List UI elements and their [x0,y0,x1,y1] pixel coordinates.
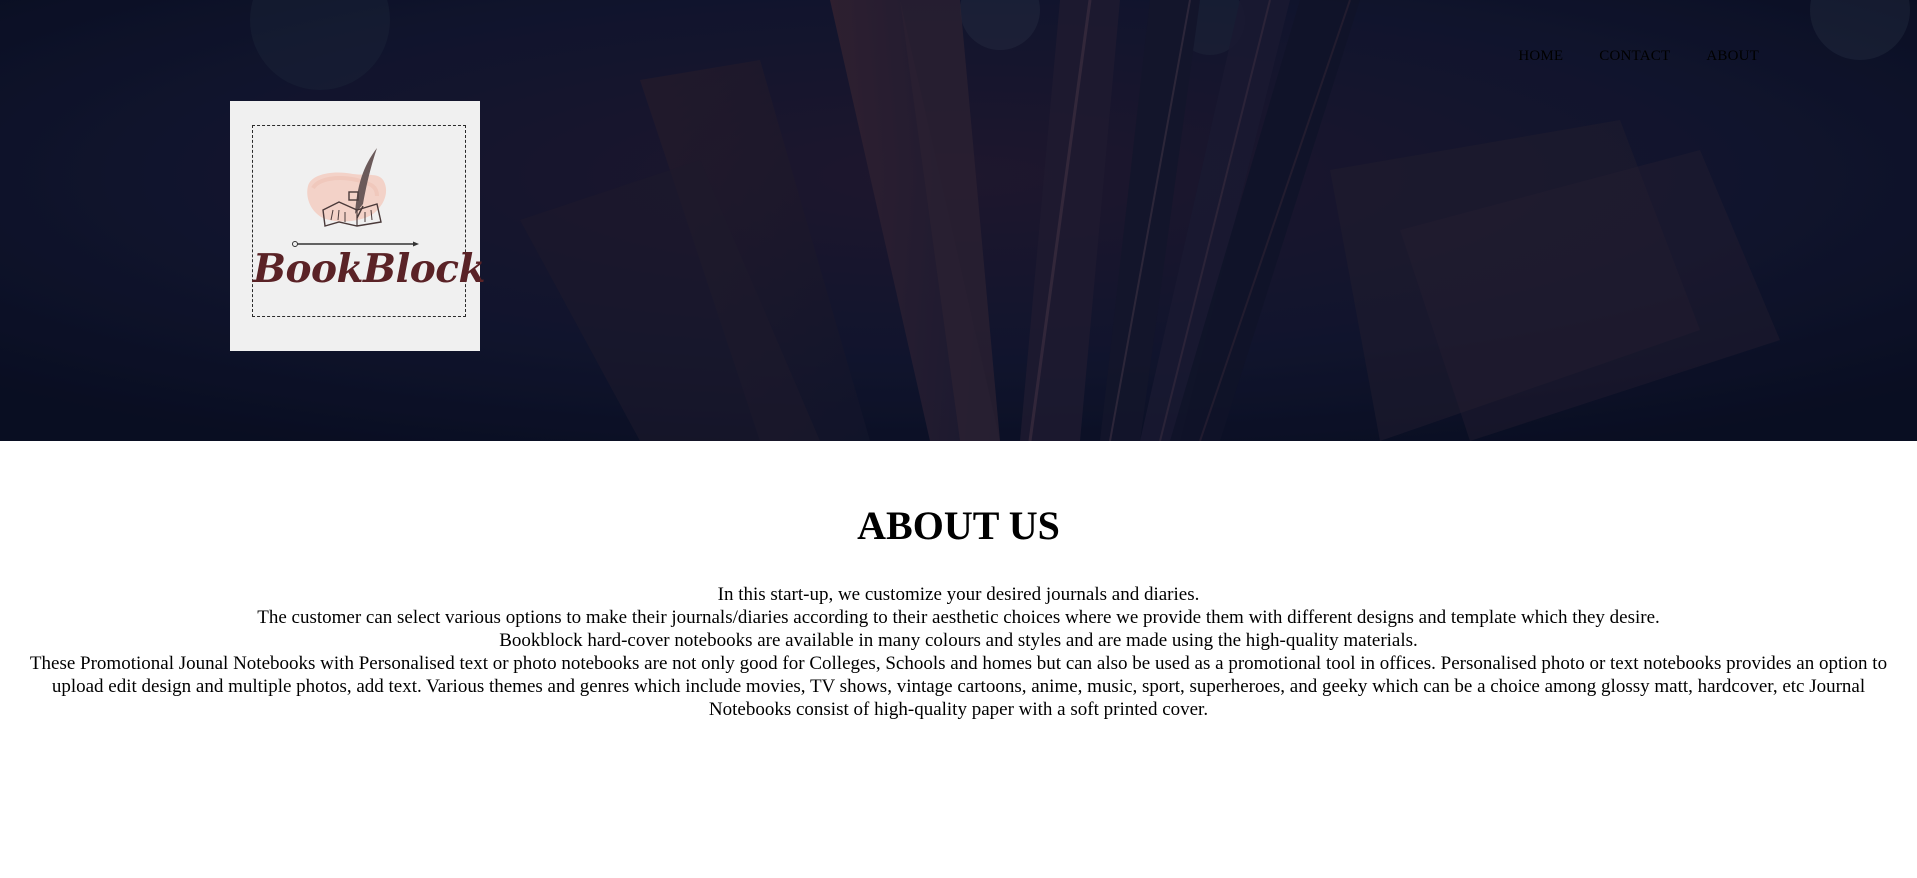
main-nav: HOME CONTACT ABOUT [1518,48,1759,65]
nav-link-about[interactable]: ABOUT [1706,48,1759,65]
about-paragraph: These Promotional Jounal Notebooks with … [29,653,1888,720]
brand-logo: BookBlock [230,101,486,351]
nav-link-contact[interactable]: CONTACT [1599,48,1670,65]
logo-dashed-frame: BookBlock [252,125,486,317]
hero-banner: HOME CONTACT ABOUT BookBlock [0,0,1917,441]
about-body: In this start-up, we customize your desi… [0,583,1917,721]
about-paragraph: The customer can select various options … [257,607,1660,628]
about-paragraph: In this start-up, we customize your desi… [717,584,1200,605]
about-paragraph: Bookblock hard-cover notebooks are avail… [499,630,1418,651]
brand-name: BookBlock [253,246,486,292]
nav-link-home[interactable]: HOME [1518,48,1563,65]
about-section: ABOUT US In this start-up, we customize … [0,441,1917,721]
about-title: ABOUT US [857,503,1060,548]
